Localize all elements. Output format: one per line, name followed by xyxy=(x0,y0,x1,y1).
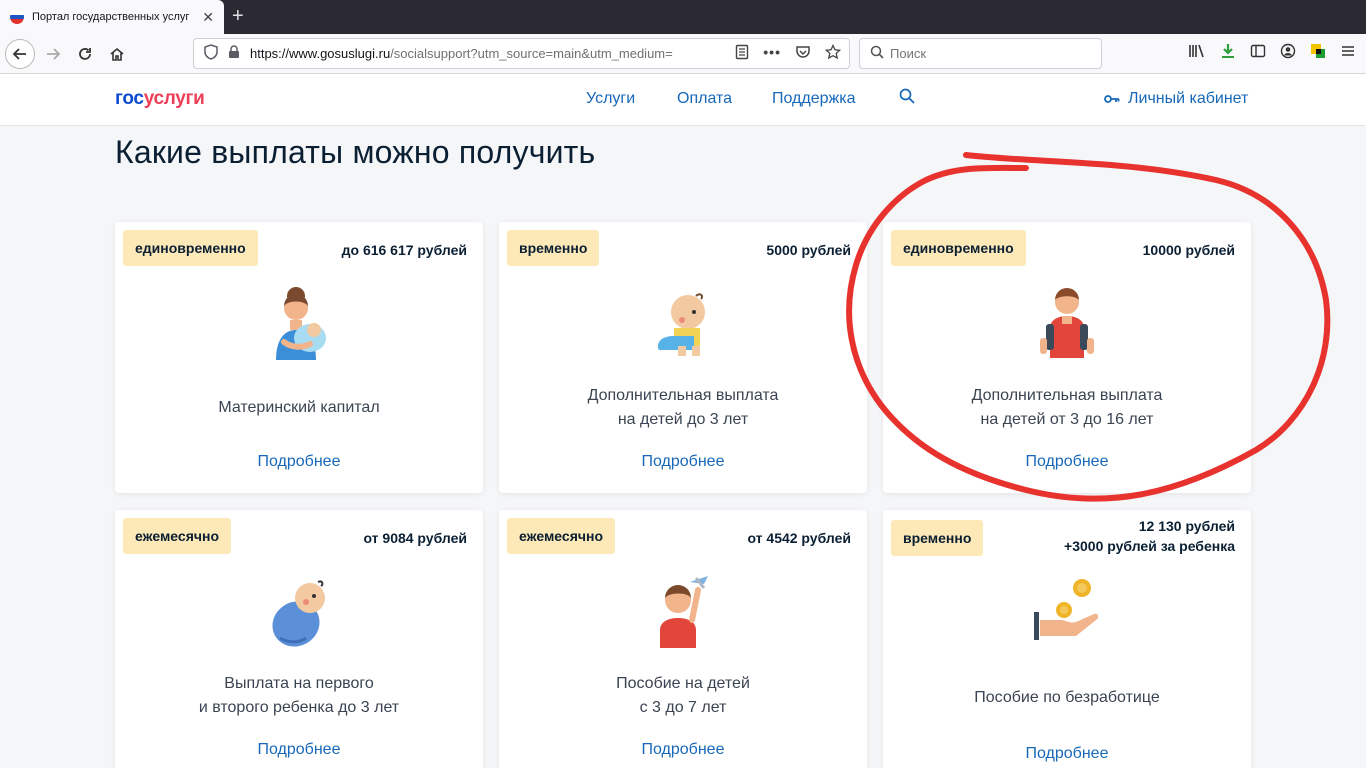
payment-amount: до 616 617 рублей xyxy=(341,242,467,258)
payment-amount: от 9084 рублей xyxy=(363,530,467,546)
details-link[interactable]: Подробнее xyxy=(115,453,483,471)
extension-icon[interactable] xyxy=(1310,43,1326,62)
child-with-plane-icon xyxy=(660,576,708,648)
payment-amount: 5000 рублей xyxy=(766,242,851,258)
browser-navbar: https://www.gosuslugi.ru/socialsupport?u… xyxy=(0,34,1366,74)
lock-icon[interactable] xyxy=(228,45,240,62)
payment-card-first-second-child[interactable]: ежемесячно от 9084 рублей Выплата на пер… xyxy=(115,510,483,768)
payment-amount: от 4542 рублей xyxy=(747,530,851,546)
forward-icon[interactable] xyxy=(38,39,68,69)
nav-services-link[interactable]: Услуги xyxy=(586,90,635,108)
mother-with-baby-icon xyxy=(276,287,326,360)
nav-payment-link[interactable]: Оплата xyxy=(677,90,732,108)
russian-flag-icon xyxy=(10,10,24,24)
swaddled-baby-icon xyxy=(272,580,325,647)
payment-title: Дополнительная выплата на детей до 3 лет xyxy=(587,387,779,428)
payment-title: Пособие по безработице xyxy=(974,689,1160,706)
search-icon xyxy=(870,45,884,62)
shield-icon[interactable] xyxy=(204,44,218,63)
nav-support-link[interactable]: Поддержка xyxy=(772,90,855,108)
payment-amount: 12 130 рублей +3000 рублей за ребенка xyxy=(1064,518,1235,554)
hand-with-coins-icon xyxy=(1034,579,1099,640)
payment-title: Дополнительная выплата на детей от 3 до … xyxy=(971,387,1163,428)
payment-amount: 10000 рублей xyxy=(1142,242,1235,258)
download-icon[interactable] xyxy=(1220,43,1236,62)
crawling-baby-icon xyxy=(658,293,705,356)
payment-card-maternity-capital[interactable]: единовременно до 616 617 рублей Материнс… xyxy=(115,222,483,493)
new-tab-icon[interactable]: + xyxy=(232,4,244,28)
browser-search-input[interactable] xyxy=(890,46,1090,61)
library-icon[interactable] xyxy=(1188,43,1206,62)
account-icon[interactable] xyxy=(1280,43,1296,62)
sidebar-icon[interactable] xyxy=(1250,43,1266,62)
payment-card-unemployment[interactable]: временно 12 130 рублей +3000 рублей за р… xyxy=(883,510,1251,768)
bookmark-star-icon[interactable] xyxy=(824,43,842,63)
payment-title: Пособие на детей с 3 до 7 лет xyxy=(616,675,750,716)
payment-period-badge: ежемесячно xyxy=(507,518,615,554)
key-icon xyxy=(1104,95,1120,103)
url-text[interactable]: https://www.gosuslugi.ru/socialsupport?u… xyxy=(250,46,720,61)
more-options-icon[interactable]: ••• xyxy=(763,44,781,63)
payment-card-children-3-to-16[interactable]: единовременно 10000 рублей Дополнительна… xyxy=(883,222,1251,493)
payment-title: Материнский капитал xyxy=(218,399,380,416)
page-title: Какие выплаты можно получить xyxy=(115,134,596,170)
details-link[interactable]: Подробнее xyxy=(499,453,867,471)
tab-title: Портал государственных услуг xyxy=(32,11,190,23)
url-bar[interactable]: https://www.gosuslugi.ru/socialsupport?u… xyxy=(193,38,850,69)
menu-icon[interactable] xyxy=(1340,43,1356,62)
cabinet-label: Личный кабинет xyxy=(1128,90,1249,107)
gosuslugi-logo[interactable]: госуслуги xyxy=(115,88,205,110)
details-link[interactable]: Подробнее xyxy=(883,453,1251,471)
personal-cabinet-link[interactable]: Личный кабинет xyxy=(1104,90,1248,108)
site-search-icon[interactable] xyxy=(899,88,915,109)
home-icon[interactable] xyxy=(102,39,132,69)
pocket-icon[interactable] xyxy=(795,44,811,63)
back-icon[interactable] xyxy=(5,39,35,69)
payment-period-badge: единовременно xyxy=(123,230,258,266)
details-link[interactable]: Подробнее xyxy=(499,741,867,759)
payment-card-children-3-to-7[interactable]: ежемесячно от 4542 рублей Пособие на дет… xyxy=(499,510,867,768)
details-link[interactable]: Подробнее xyxy=(115,741,483,759)
reload-icon[interactable] xyxy=(70,39,100,69)
schoolboy-backpack-icon xyxy=(1040,288,1094,358)
tab-close-icon[interactable]: ✕ xyxy=(202,9,214,25)
browser-tabstrip: Портал государственных услуг ✕ + xyxy=(0,0,1366,34)
details-link[interactable]: Подробнее xyxy=(883,745,1251,763)
browser-search-box[interactable] xyxy=(859,38,1102,69)
payment-title: Выплата на первого и второго ребенка до … xyxy=(198,675,400,716)
payment-period-badge: ежемесячно xyxy=(123,518,231,554)
payment-period-badge: единовременно xyxy=(891,230,1026,266)
reader-view-icon[interactable] xyxy=(735,44,749,63)
payment-card-children-under-3[interactable]: временно 5000 рублей Дополнительная выпл… xyxy=(499,222,867,493)
payment-period-badge: временно xyxy=(891,520,984,556)
site-header: госуслуги Услуги Оплата Поддержка Личный… xyxy=(0,74,1366,126)
browser-tab-active[interactable]: Портал государственных услуг ✕ xyxy=(0,0,224,34)
payment-period-badge: временно xyxy=(507,230,600,266)
